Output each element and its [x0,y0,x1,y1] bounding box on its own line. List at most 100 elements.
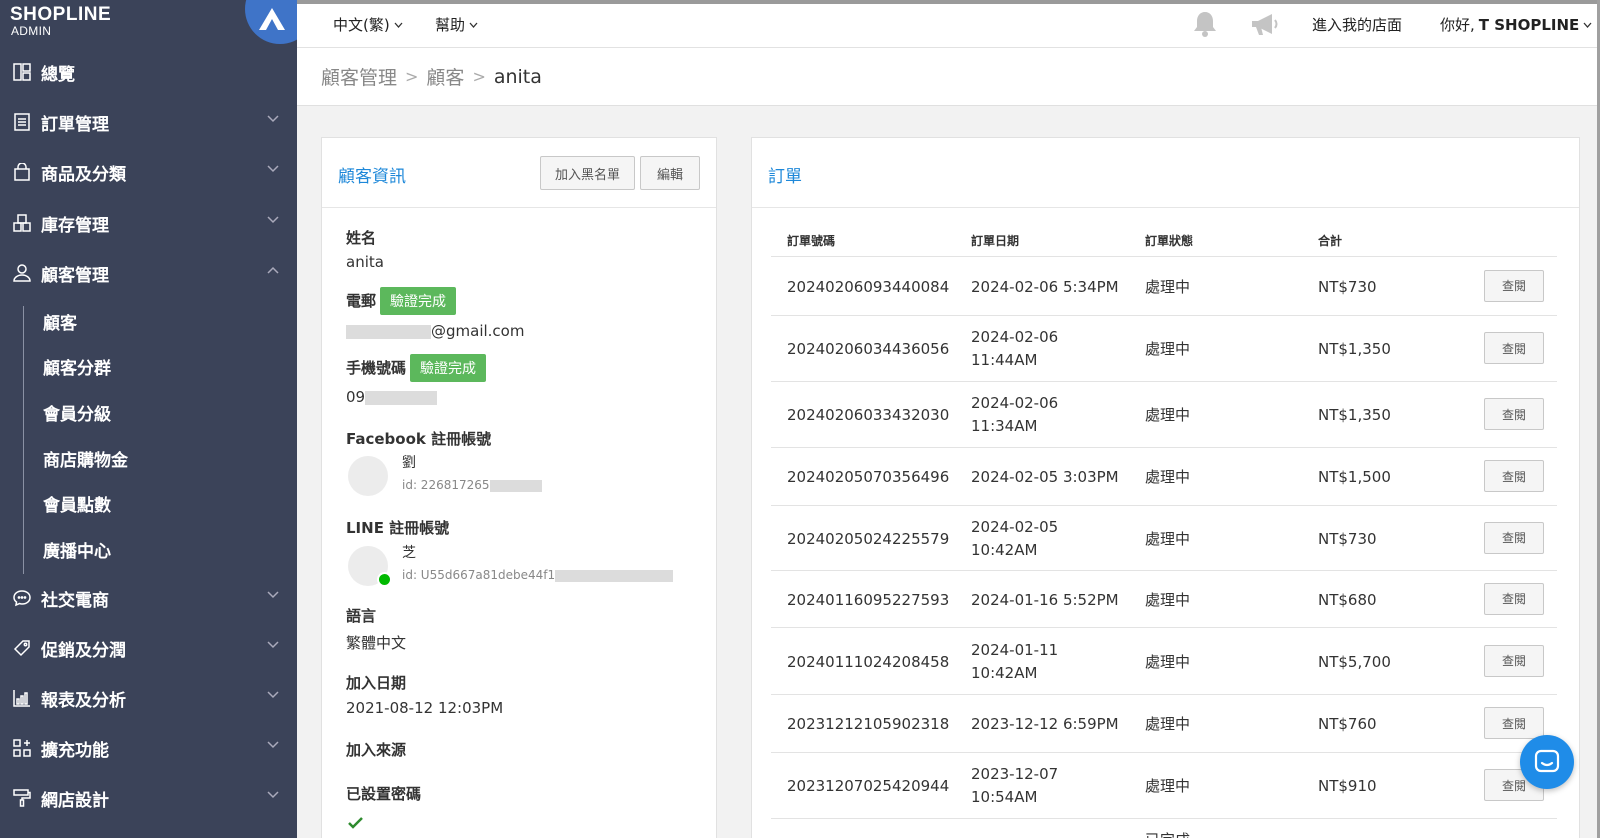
chevron-down-icon [267,165,279,173]
order-time-line: 11:34AM [971,417,1038,435]
view-order-button[interactable]: 查閱 [1484,707,1544,739]
order-total-cell: NT$1,350 [1318,406,1391,424]
chart-icon [12,688,32,708]
order-time-line: 10:42AM [971,663,1038,682]
logo-badge-icon[interactable] [245,0,297,44]
email-value: @gmail.com [431,322,525,340]
breadcrumb: 顧客管理 > 顧客 > anita [297,48,1600,106]
view-order-button[interactable]: 查閱 [1484,398,1544,430]
dashboard-icon [12,62,32,82]
line-id-row: id: U55d667a81debe44f1 [402,568,674,582]
order-status-cell: 處理中 [1145,468,1191,486]
sidebar-subitem-segments[interactable]: 顧客分群 [43,348,111,384]
sidebar-item-products[interactable]: 商品及分類 [0,152,297,192]
customer-info-header: 顧客資訊 加入黑名單 編輯 [322,138,716,208]
sidebar-item-label: 商品及分類 [41,164,126,185]
view-order-button[interactable]: 查閱 [1484,460,1544,492]
customer-info-panel: 顧客資訊 加入黑名單 編輯 姓名 anita 電郵 驗證完成 @gmail.com… [321,137,717,838]
checkmark-icon [348,814,363,833]
order-total-cell: NT$1,350 [1318,340,1391,358]
sidebar-item-design[interactable]: 網店設計 [0,778,297,818]
order-date-cell: 2024-02-06 11:44AM [971,326,1058,372]
chevron-down-icon [267,791,279,799]
redacted-block [489,479,542,492]
order-status-cell: 處理中 [1145,406,1191,424]
order-date-line: 2024-02-05 [971,517,1059,536]
bell-icon[interactable] [1192,10,1218,42]
sidebar-subitem-broadcast[interactable]: 廣播中心 [43,531,111,567]
logo[interactable]: SHOPLINE ADMIN [0,0,297,44]
order-date-line: 2024-02-06 [971,394,1059,412]
phone-value: 09 [346,388,366,406]
view-order-button[interactable]: 查閱 [1484,269,1544,302]
chat-icon [1534,749,1560,773]
order-date-line: 2023-12-12 6:59PM [971,715,1119,733]
sidebar: SHOPLINE ADMIN 總覽 訂單管理 商品及分類 庫存管理 顧客管理 顧… [0,0,297,838]
visit-store-link[interactable]: 進入我的店面 [1312,14,1402,35]
logo-subtitle: ADMIN [11,24,52,38]
sidebar-subitem-points[interactable]: 會員點數 [43,485,111,521]
column-header-order-no: 訂單號碼 [787,234,836,248]
edit-button[interactable]: 編輯 [640,156,700,190]
user-icon [12,263,32,283]
redacted-block [365,390,438,405]
line-id: id: U55d667a81debe44f1 [402,568,556,582]
table-row: 20240116095227593 2024-01-16 5:52PM 處理中 NT$… [771,570,1557,627]
table-row: 20240205070356496 2024-02-05 3:03PM 處理中 NT$… [771,447,1557,505]
sidebar-item-label: 網店設計 [41,790,109,811]
sidebar-item-overview[interactable]: 總覽 [0,52,297,92]
sidebar-subitem-store-credit[interactable]: 商店購物金 [43,440,128,476]
order-date-line: 2024-01-11 [971,640,1059,659]
order-number-cell: 20240205024225579 [787,529,950,548]
view-order-button[interactable]: 查閱 [1484,582,1544,615]
view-order-button[interactable]: 查閱 [1484,644,1544,677]
language-selector[interactable]: 中文(繁) [333,14,403,35]
sidebar-item-orders[interactable]: 訂單管理 [0,102,297,142]
sidebar-item-reports[interactable]: 報表及分析 [0,678,297,718]
order-status-cell: 處理中 [1145,652,1191,671]
chat-support-button[interactable] [1520,735,1574,789]
table-row: 20240205024225579 2024-02-05 10:42AM 處理中 NT$… [771,505,1557,570]
sidebar-item-label: 庫存管理 [41,215,109,236]
add-to-blacklist-button[interactable]: 加入黑名單 [540,156,635,190]
order-date-cell: 2024-02-06 5:34PM [971,276,1119,299]
orders-header: 訂單 [752,138,1579,208]
chevron-up-icon [267,266,279,274]
table-row: 20240111024208458 2024-01-11 10:42AM 處理中 NT$… [771,627,1557,694]
chevron-down-icon [267,641,279,649]
sidebar-item-inventory[interactable]: 庫存管理 [0,203,297,243]
view-order-button[interactable]: 查閱 [1484,521,1544,554]
chevron-down-icon [267,691,279,699]
chevron-down-icon [267,591,279,599]
order-number-cell: 20240116095227593 [787,590,950,609]
sidebar-item-apps[interactable]: 擴充功能 [0,728,297,768]
table-row: 20240206034436056 2024-02-06 11:44AM 處理中 NT$… [771,315,1557,381]
order-status-cell: 處理中 [1145,277,1191,296]
order-date-line: 2024-02-06 [971,328,1059,346]
sidebar-item-promotions[interactable]: 促銷及分潤 [0,628,297,668]
sidebar-subitem-tiers[interactable]: 會員分級 [43,394,111,430]
view-order-button[interactable]: 查閱 [1484,332,1544,364]
breadcrumb-customers[interactable]: 顧客 [426,63,464,90]
order-number-cell: 20240206033432030 [787,406,950,424]
account-menu[interactable]: 你好, T SHOPLINE [1440,14,1592,35]
chevron-down-icon [1583,22,1592,28]
order-date-cell: 2024-02-05 3:03PM [971,466,1119,489]
order-status-cell: 處理中 [1145,340,1191,358]
help-menu[interactable]: 幫助 [435,14,478,35]
sidebar-item-customers[interactable]: 顧客管理 [0,253,297,293]
sidebar-item-label: 促銷及分潤 [41,640,126,661]
order-date-cell: 2023-12-12 6:59PM [971,713,1119,736]
megaphone-icon[interactable] [1250,12,1280,42]
chevron-down-icon [267,115,279,123]
sidebar-subitem-customers[interactable]: 顧客 [43,303,77,339]
table-row: 20231212105902318 2023-12-12 6:59PM 處理中 NT$… [771,694,1557,752]
order-total-cell: NT$1,500 [1318,468,1391,486]
customer-info-title: 顧客資訊 [338,167,406,187]
sidebar-item-social[interactable]: 社交電商 [0,578,297,618]
facebook-avatar [348,456,388,496]
order-number-cell: 20231212105902318 [787,715,950,733]
name-value: anita [346,253,384,271]
tag-icon [12,638,32,658]
breadcrumb-customer-management[interactable]: 顧客管理 [321,63,397,90]
